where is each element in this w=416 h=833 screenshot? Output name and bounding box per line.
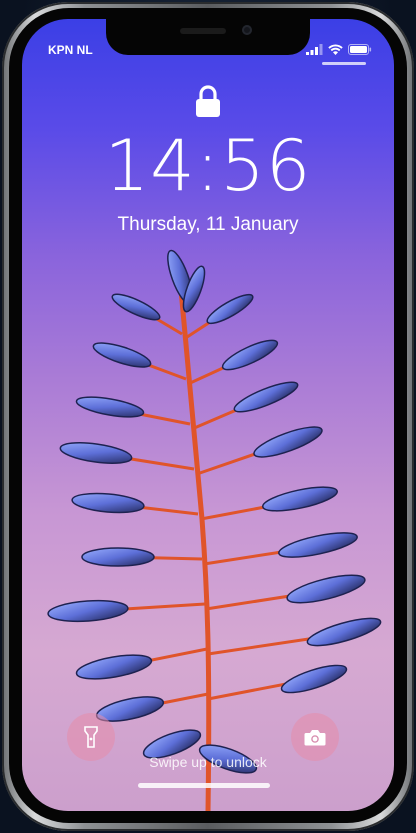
lock-screen-date: Thursday, 11 January [117, 214, 299, 235]
home-indicator[interactable] [138, 783, 270, 788]
lock-screen-time: 14:56 [104, 125, 312, 207]
cellular-signal-icon [306, 44, 323, 55]
status-icons [306, 44, 372, 55]
flashlight-icon [84, 726, 98, 748]
lock-screen[interactable]: KPN NL 14:56 Thursday, 11 January Swipe … [22, 19, 394, 811]
camera-icon [304, 729, 326, 745]
control-center-indicator[interactable] [322, 62, 366, 65]
photo-background: KPN NL 14:56 Thursday, 11 January Swipe … [0, 0, 416, 833]
unlock-hint: Swipe up to unlock [149, 754, 267, 770]
front-camera [242, 25, 252, 35]
earpiece-speaker [180, 28, 226, 34]
wifi-icon [328, 44, 343, 55]
carrier-name: KPN NL [48, 43, 93, 57]
battery-icon [348, 44, 372, 55]
notch [106, 19, 310, 55]
padlock-icon [196, 85, 220, 117]
